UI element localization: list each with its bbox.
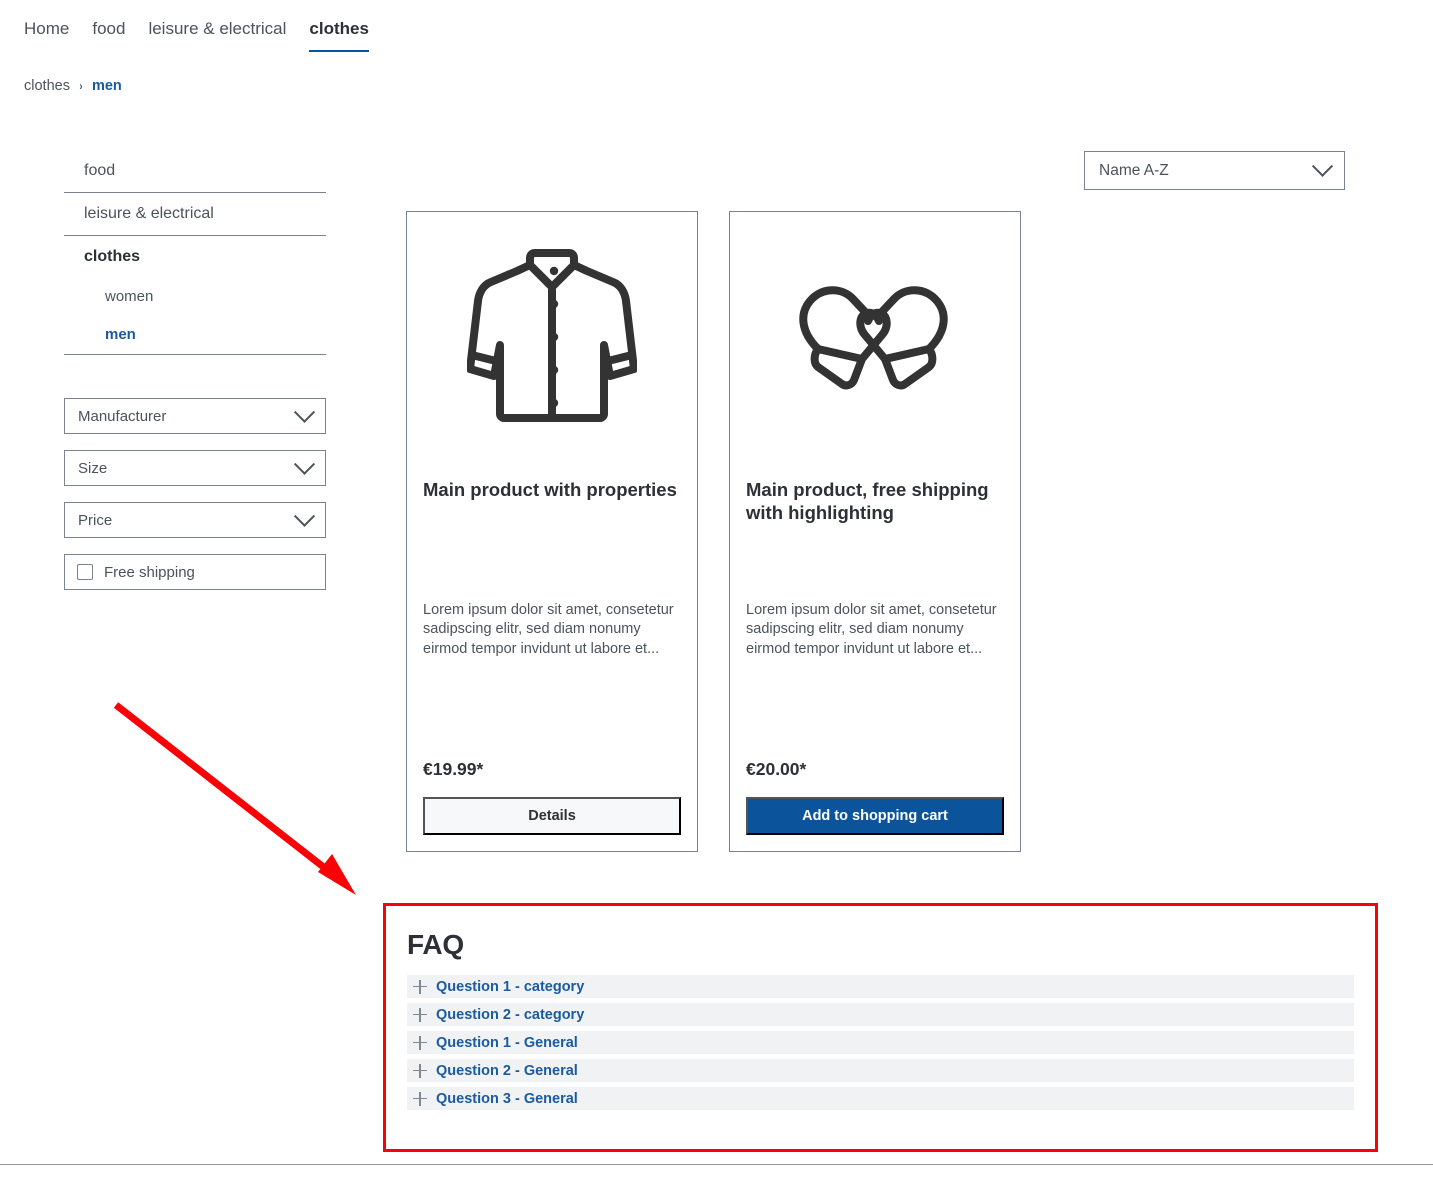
category-list: food leisure & electrical clothes women … <box>64 150 326 355</box>
sidebar-item-clothes[interactable]: clothes <box>64 235 326 278</box>
product-price: €19.99* <box>423 759 484 779</box>
faq-item-label: Question 1 - category <box>436 978 585 995</box>
product-card[interactable]: Main product with properties Lorem ipsum… <box>406 211 698 852</box>
sidebar-item-food[interactable]: food <box>64 150 326 192</box>
product-image <box>423 228 681 450</box>
plus-icon <box>413 979 427 994</box>
topnav-item-home[interactable]: Home <box>24 18 92 50</box>
plus-icon <box>413 1063 427 1078</box>
plus-icon <box>413 1035 427 1050</box>
filter-manufacturer[interactable]: Manufacturer <box>64 398 326 434</box>
card-spacer <box>746 674 1004 760</box>
topnav-item-leisure-electrical[interactable]: leisure & electrical <box>148 18 309 50</box>
topnav-item-clothes[interactable]: clothes <box>309 18 369 52</box>
breadcrumb-item-men[interactable]: men <box>92 78 122 94</box>
chevron-down-icon <box>1311 155 1334 177</box>
filter-manufacturer-label: Manufacturer <box>78 407 167 425</box>
chevron-right-icon: › <box>79 79 83 93</box>
filter-free-shipping[interactable]: Free shipping <box>64 554 326 590</box>
product-description: Lorem ipsum dolor sit amet, consetetur s… <box>746 601 997 657</box>
breadcrumb: clothes › men <box>24 78 122 94</box>
sidebar-item-leisure-electrical[interactable]: leisure & electrical <box>64 192 326 235</box>
plus-icon <box>413 1007 427 1022</box>
faq-item[interactable]: Question 2 - category <box>407 1003 1354 1026</box>
faq-section-highlight-box: FAQ Question 1 - category Question 2 - c… <box>383 903 1378 1152</box>
product-price: €20.00* <box>746 759 807 779</box>
chevron-down-icon <box>293 401 316 423</box>
faq-title: FAQ <box>407 929 464 960</box>
page-bottom-divider <box>0 1164 1433 1165</box>
product-image <box>746 228 1004 450</box>
annotation-arrow <box>113 702 356 895</box>
faq-item[interactable]: Question 1 - General <box>407 1031 1354 1054</box>
mittens-icon <box>788 277 963 402</box>
faq-item[interactable]: Question 3 - General <box>407 1087 1354 1110</box>
faq-item-label: Question 3 - General <box>436 1090 578 1107</box>
faq-item-label: Question 2 - category <box>436 1006 585 1023</box>
sidebar-item-men[interactable]: men <box>64 316 326 354</box>
sort-dropdown-value: Name A-Z <box>1099 161 1169 179</box>
top-navigation: Home food leisure & electrical clothes <box>24 18 392 52</box>
shirt-buttons-icon <box>545 264 559 414</box>
sidebar: food leisure & electrical clothes women … <box>64 150 326 606</box>
free-shipping-label: Free shipping <box>104 563 195 581</box>
product-title: Main product, free shipping with highlig… <box>746 479 989 523</box>
faq-item[interactable]: Question 1 - category <box>407 975 1354 998</box>
faq-item[interactable]: Question 2 - General <box>407 1059 1354 1082</box>
faq-item-label: Question 2 - General <box>436 1062 578 1079</box>
faq-section: FAQ Question 1 - category Question 2 - c… <box>386 906 1375 1110</box>
topnav-item-food[interactable]: food <box>92 18 148 50</box>
filter-panel: Manufacturer Size Price Free shipping <box>64 398 326 590</box>
free-shipping-checkbox[interactable] <box>77 564 93 580</box>
sort-dropdown[interactable]: Name A-Z <box>1084 151 1345 190</box>
filter-size[interactable]: Size <box>64 450 326 486</box>
plus-icon <box>413 1091 427 1106</box>
filter-price[interactable]: Price <box>64 502 326 538</box>
product-grid: Main product with properties Lorem ipsum… <box>406 211 1021 852</box>
filter-size-label: Size <box>78 459 108 477</box>
sidebar-item-women[interactable]: women <box>64 278 326 316</box>
breadcrumb-item-clothes[interactable]: clothes <box>24 78 70 94</box>
card-spacer <box>423 674 681 760</box>
details-button[interactable]: Details <box>423 797 681 835</box>
product-description: Lorem ipsum dolor sit amet, consetetur s… <box>423 601 674 657</box>
chevron-down-icon <box>293 505 316 527</box>
filter-price-label: Price <box>78 511 113 529</box>
product-title: Main product with properties <box>423 479 677 500</box>
faq-item-label: Question 1 - General <box>436 1034 578 1051</box>
chevron-down-icon <box>293 453 316 475</box>
product-card[interactable]: Main product, free shipping with highlig… <box>729 211 1021 852</box>
add-to-cart-button[interactable]: Add to shopping cart <box>746 797 1004 835</box>
